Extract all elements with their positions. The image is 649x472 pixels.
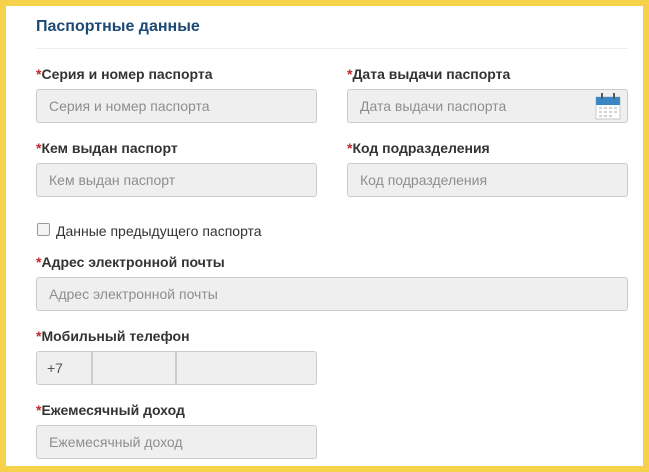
issue-date-label: *Дата выдачи паспорта — [347, 66, 510, 82]
previous-passport-label[interactable]: Данные предыдущего паспорта — [56, 223, 262, 239]
issue-date-label-text: Дата выдачи паспорта — [352, 66, 511, 82]
phone-country-code: +7 — [36, 351, 92, 385]
email-label-text: Адрес электронной почты — [41, 254, 225, 270]
title-divider — [36, 48, 628, 49]
income-input[interactable] — [36, 425, 317, 459]
passport-form-card: Паспортные данные *Серия и номер паспорт… — [6, 6, 643, 466]
passport-number-input[interactable] — [36, 89, 317, 123]
division-code-label-text: Код подразделения — [352, 140, 490, 156]
passport-number-label-text: Серия и номер паспорта — [41, 66, 213, 82]
issue-date-input[interactable] — [347, 89, 628, 123]
phone-area-code-input[interactable] — [92, 351, 176, 385]
income-label-text: Ежемесячный доход — [41, 402, 185, 418]
issued-by-label-text: Кем выдан паспорт — [41, 140, 178, 156]
email-input[interactable] — [36, 277, 628, 311]
division-code-label: *Код подразделения — [347, 140, 490, 156]
phone-number-input[interactable] — [176, 351, 317, 385]
passport-number-label: *Серия и номер паспорта — [36, 66, 213, 82]
income-label: *Ежемесячный доход — [36, 402, 185, 418]
issued-by-input[interactable] — [36, 163, 317, 197]
section-title: Паспортные данные — [36, 18, 200, 35]
calendar-icon[interactable] — [595, 92, 621, 120]
phone-label-text: Мобильный телефон — [41, 328, 190, 344]
email-label: *Адрес электронной почты — [36, 254, 225, 270]
issued-by-label: *Кем выдан паспорт — [36, 140, 178, 156]
phone-label: *Мобильный телефон — [36, 328, 190, 344]
previous-passport-checkbox[interactable] — [37, 223, 50, 236]
division-code-input[interactable] — [347, 163, 628, 197]
